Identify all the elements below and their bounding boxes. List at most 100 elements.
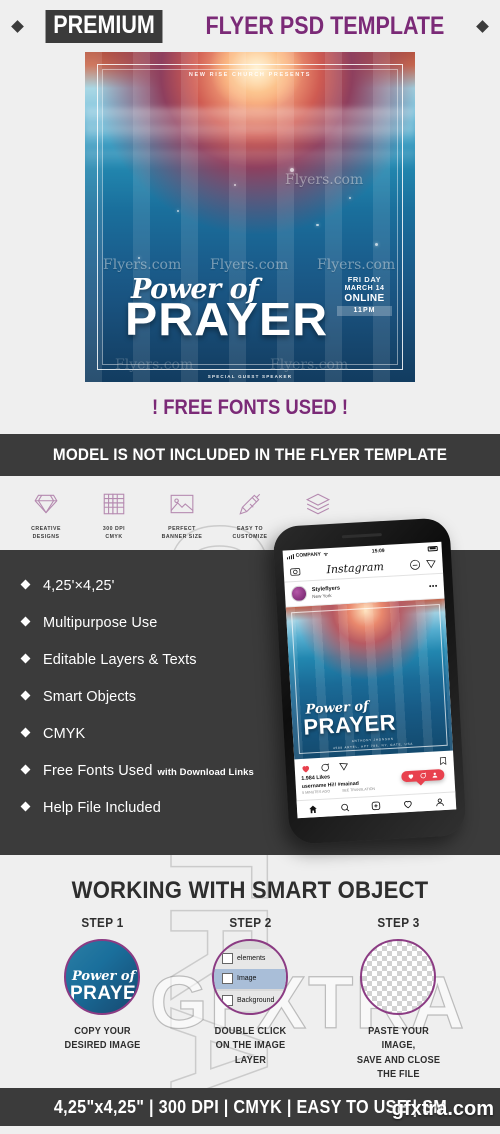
post-author-block: Styleflyers New York: [312, 580, 425, 599]
camera-icon[interactable]: [289, 566, 301, 578]
flyer-day: FRI DAY: [347, 275, 382, 284]
page-header: PREMIUM FLYER PSD TEMPLATE: [0, 0, 500, 52]
layer-row-background: Background: [214, 990, 286, 1011]
instagram-logo: Instagram: [326, 560, 385, 577]
flyer-watermark-6: Flyers.com: [270, 357, 349, 373]
profile-icon: [432, 772, 438, 778]
step-1-thumbnail: Power of PRAYER: [64, 938, 140, 1015]
bullet-text: Free Fonts Used with Download Links: [43, 762, 254, 779]
send-icon[interactable]: [425, 558, 437, 570]
direct-message-icon[interactable]: [409, 559, 421, 571]
bullet-diamond-icon: [20, 616, 31, 627]
instagram-post-image: Power of PRAYER ANTHONY JHONSON 4588 ARTE…: [285, 598, 454, 760]
profile-icon[interactable]: [435, 796, 446, 807]
layers-icon: [286, 488, 350, 520]
post-timestamp: 5 MINUTES AGO: [302, 789, 331, 795]
battery-icon: [427, 545, 438, 552]
step-3-thumbnail: [360, 938, 436, 1015]
bullet-text: 4,25'×4,25': [43, 577, 115, 594]
feature-300-dpi-cmyk: 300 DPI CMYK: [82, 488, 146, 542]
bullet-diamond-icon: [20, 690, 31, 701]
comment-icon: [420, 772, 426, 779]
step-1-heading: STEP 1: [80, 914, 124, 930]
layer-thumb-icon: [222, 995, 233, 1007]
flyer-watermark-5: Flyers.com: [115, 357, 194, 373]
diamond-icon: [14, 488, 78, 520]
flyer-watermark-4: Flyers.com: [317, 257, 396, 273]
bullet-text: Multipurpose Use: [43, 614, 158, 631]
diamond-icon-left: [11, 19, 24, 33]
layer-thumb-icon: [222, 973, 233, 985]
step-1-script-title: Power of: [72, 968, 136, 984]
feature-easy-to-customize: EASY TO CUSTOMIZE: [218, 488, 282, 542]
ribbon-text: MODEL IS NOT INCLUDED IN THE FLYER TEMPL…: [52, 445, 448, 464]
step-3-heading: STEP 3: [376, 914, 420, 930]
flyer-mode: ONLINE: [344, 293, 385, 305]
bullet-diamond-icon: [20, 653, 31, 664]
phone-screen: COMPANY 15:09 Instagram Styleflyers New …: [282, 541, 457, 819]
flyer-preview[interactable]: NEW RISE CHURCH PRESENTS Flyers.com Flye…: [85, 52, 415, 382]
heart-icon[interactable]: [301, 763, 312, 774]
flyer-watermark-1: Flyers.com: [285, 172, 364, 188]
instagram-bottom-nav: [296, 791, 457, 819]
step-3: STEP 3 PASTE YOUR IMAGE, SAVE AND CLOSE TH…: [346, 915, 451, 1083]
smart-object-title: WORKING WITH SMART OBJECT: [71, 876, 429, 904]
specs-text: 4,25"x4,25" | 300 DPI | CMYK | EASY TO U…: [53, 1096, 447, 1117]
step-2-thumbnail: elements Image Background: [212, 938, 288, 1015]
wifi-icon: [323, 552, 329, 557]
bullet-text: Editable Layers & Texts: [43, 651, 197, 668]
home-icon[interactable]: [308, 804, 319, 815]
free-fonts-note: ! FREE FONTS USED !: [151, 396, 349, 419]
post-main-title: PRAYER: [302, 709, 397, 740]
flyer-watermark-3: Flyers.com: [210, 257, 289, 273]
feature-label: 300 DPI CMYK: [102, 526, 126, 540]
add-post-icon[interactable]: [371, 800, 382, 811]
flyer-watermark-2: Flyers.com: [103, 257, 182, 273]
step-3-caption: PASTE YOUR IMAGE, SAVE AND CLOSE THE FILE: [356, 1025, 440, 1081]
gfxtra-corner-watermark: gfxtra.com: [391, 1098, 494, 1120]
layer-row-elements: elements: [214, 948, 286, 969]
flyer-time: 11PM: [337, 305, 392, 317]
page-title: FLYER PSD TEMPLATE: [205, 11, 445, 40]
image-icon: [150, 488, 214, 520]
step-1-caption: COPY YOUR DESIRED IMAGE: [63, 1025, 141, 1052]
share-icon[interactable]: [338, 761, 349, 772]
avatar[interactable]: [290, 585, 308, 603]
phone-speaker: [341, 533, 382, 539]
see-translation-link[interactable]: SEE TRANSLATION: [342, 787, 375, 793]
model-not-included-ribbon: MODEL IS NOT INCLUDED IN THE FLYER TEMPL…: [0, 434, 500, 476]
flyer-presents-text: NEW RISE CHURCH PRESENTS: [188, 72, 312, 78]
layer-row-image: Image: [214, 968, 286, 989]
activity-heart-icon[interactable]: [403, 798, 414, 809]
feature-label: PERFECT BANNER SIZE: [161, 526, 203, 540]
smart-object-section: WORKING WITH SMART OBJECT STEP 1 Power o…: [0, 855, 500, 1083]
feature-perfect-banner-size: PERFECT BANNER SIZE: [150, 488, 214, 542]
comment-icon[interactable]: [319, 762, 330, 773]
bullet-diamond-icon: [20, 801, 31, 812]
bookmark-icon[interactable]: [438, 756, 448, 766]
step-2-caption: DOUBLE CLICK ON THE IMAGE LAYER: [214, 1025, 286, 1066]
bullet-text: Help File Included: [43, 799, 161, 816]
layer-thumb-icon: [222, 953, 233, 965]
step-1: STEP 1 Power of PRAYER COPY YOURDESIRED …: [50, 915, 155, 1083]
product-preview-page: GFXTRA GFXTRA GFXTRA PREMIUM FLYER PSD T…: [0, 0, 500, 1134]
feature-label: EASY TO CUSTOMIZE: [232, 526, 268, 540]
step-2-heading: STEP 2: [228, 914, 272, 930]
bullet-diamond-icon: [20, 764, 31, 775]
bullet-text: CMYK: [43, 725, 86, 742]
clock-label: 15:09: [371, 547, 385, 555]
step-1-main-title: PRAYER: [70, 982, 138, 1004]
grid-icon: [82, 488, 146, 520]
flyer-preview-wrap: NEW RISE CHURCH PRESENTS Flyers.com Flye…: [85, 52, 415, 382]
diamond-icon-right: [476, 19, 489, 33]
smart-object-steps: STEP 1 Power of PRAYER COPY YOURDESIRED …: [0, 915, 500, 1083]
bullet-diamond-icon: [20, 579, 31, 590]
search-icon[interactable]: [339, 802, 350, 813]
signal-icon: [286, 553, 294, 559]
post-more-icon[interactable]: •••: [429, 583, 438, 590]
bullet-subtext: with Download Links: [157, 766, 254, 778]
flyer-date-badge: FRI DAY MARCH 14 ONLINE 11PM: [337, 275, 392, 317]
phone-mockup: COMPANY 15:09 Instagram Styleflyers New …: [272, 517, 467, 845]
feature-creative-designs: CREATIVE DESIGNS: [14, 488, 78, 542]
